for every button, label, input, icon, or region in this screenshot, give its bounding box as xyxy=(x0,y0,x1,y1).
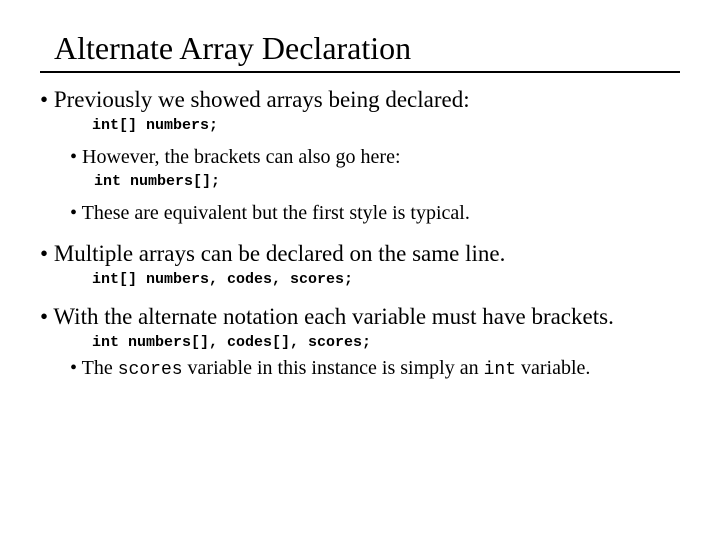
bullet-1-sub1-code: int numbers[]; xyxy=(94,173,680,190)
slide-title: Alternate Array Declaration xyxy=(54,30,700,67)
note-pre: The xyxy=(82,357,118,379)
note-mid: variable in this instance is simply an xyxy=(183,357,484,379)
bullet-2-code: int[] numbers, codes, scores; xyxy=(92,271,680,288)
bullet-1-sub2-text: These are equivalent but the first style… xyxy=(82,202,470,224)
bullet-list: Previously we showed arrays being declar… xyxy=(40,87,680,380)
bullet-2: Multiple arrays can be declared on the s… xyxy=(40,241,680,288)
bullet-1-sublist: However, the brackets can also go here: … xyxy=(70,146,680,225)
bullet-1: Previously we showed arrays being declar… xyxy=(40,87,680,225)
bullet-1-sub1-text: However, the brackets can also go here: xyxy=(82,146,401,168)
bullet-1-code: int[] numbers; xyxy=(92,117,680,134)
bullet-3-note: The scores variable in this instance is … xyxy=(70,357,680,380)
note-code-int: int xyxy=(484,360,516,380)
title-underline xyxy=(40,71,680,73)
bullet-1-sub2: These are equivalent but the first style… xyxy=(70,202,680,225)
bullet-1-text: Previously we showed arrays being declar… xyxy=(54,87,470,112)
note-post: variable. xyxy=(516,357,590,379)
bullet-3-text: With the alternate notation each variabl… xyxy=(53,304,613,329)
bullet-3-code: int numbers[], codes[], scores; xyxy=(92,334,680,351)
bullet-3: With the alternate notation each variabl… xyxy=(40,304,680,380)
note-code-scores: scores xyxy=(118,360,183,380)
slide: Alternate Array Declaration Previously w… xyxy=(0,0,720,540)
bullet-1-sub1: However, the brackets can also go here: … xyxy=(70,146,680,190)
bullet-2-text: Multiple arrays can be declared on the s… xyxy=(54,241,506,266)
